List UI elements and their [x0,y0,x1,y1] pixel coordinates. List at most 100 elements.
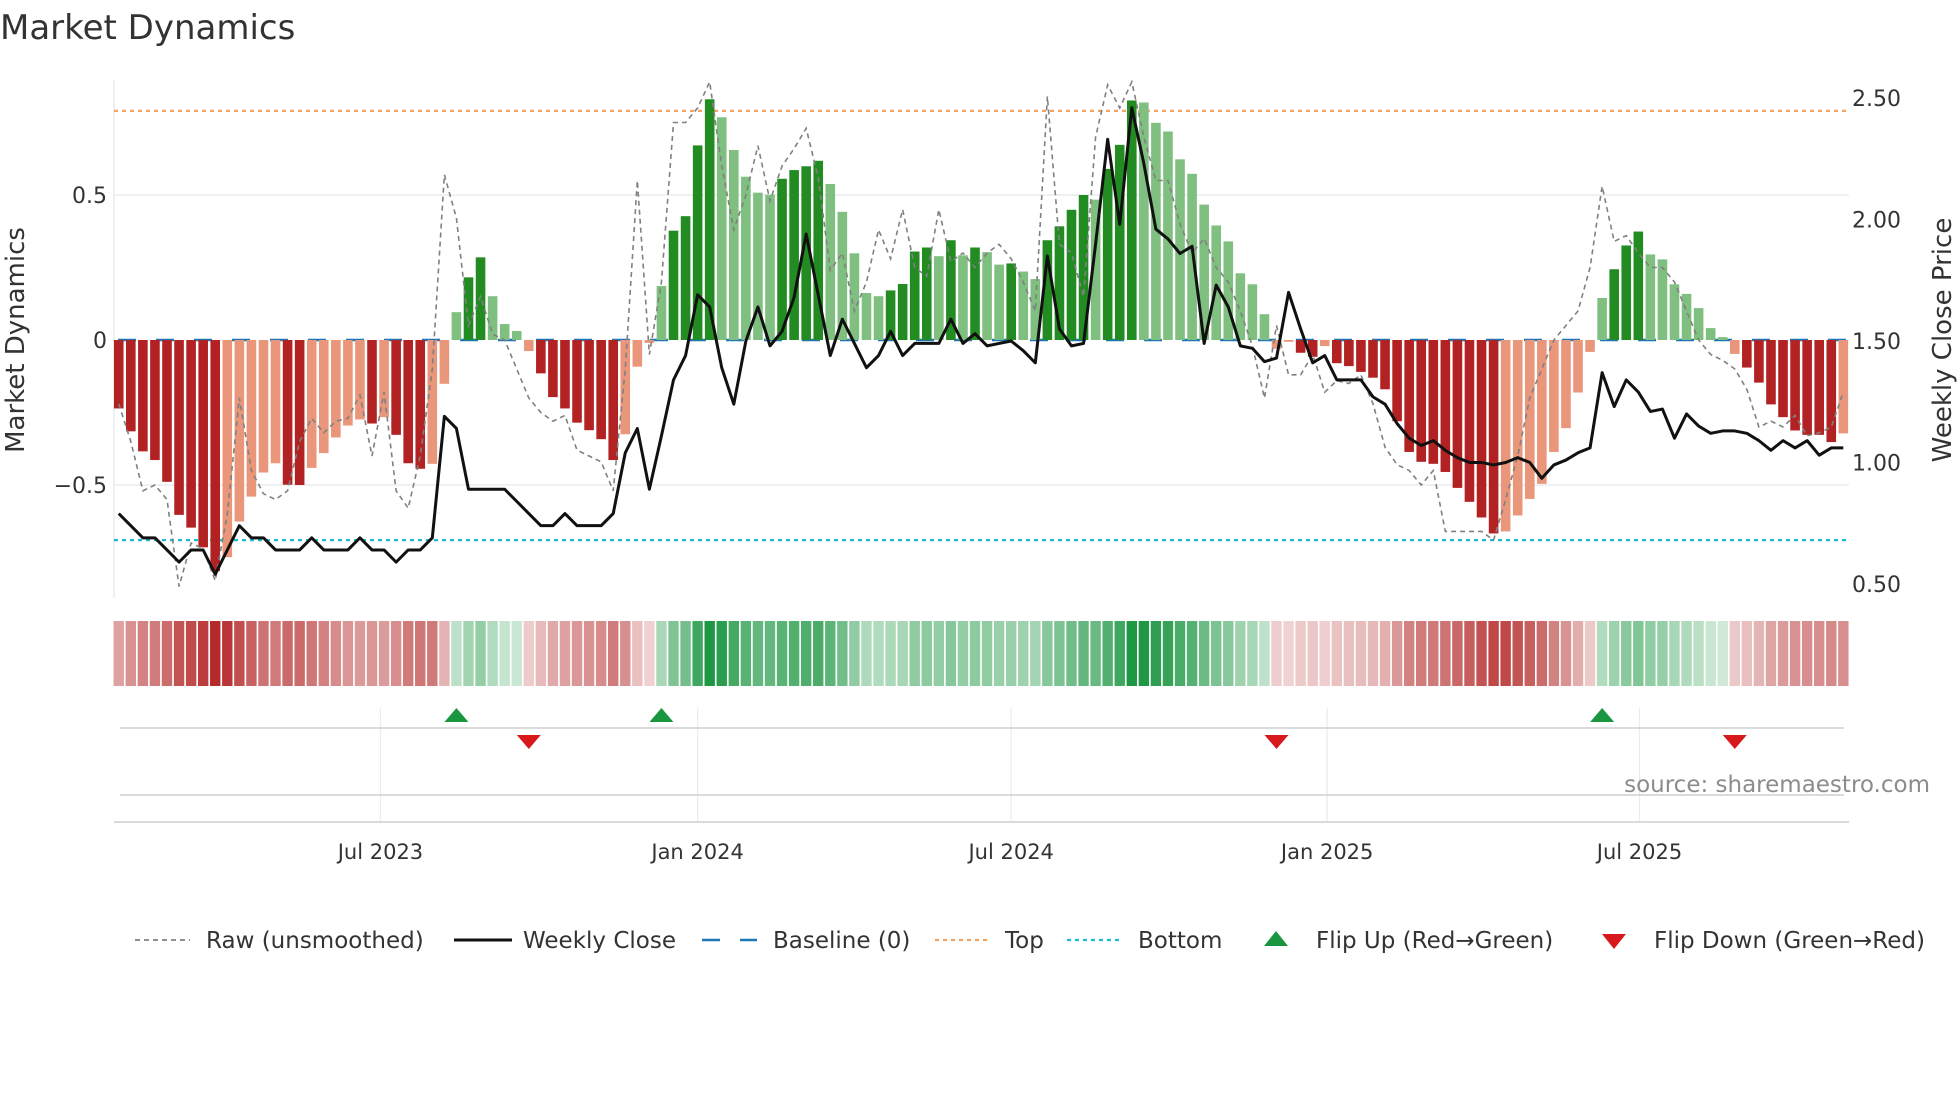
dynamics-bar [1826,340,1837,443]
heat-cell [149,621,161,686]
dynamics-bar [1778,340,1788,418]
heat-cell [981,621,993,686]
y2-tick-label: 2.50 [1852,87,1901,112]
heat-cell [1295,621,1306,686]
dynamics-bar [1139,102,1149,341]
heat-cell [1657,621,1668,686]
dynamics-bar [1356,340,1366,372]
dynamics-bar [1452,340,1463,488]
heat-cell [692,621,703,686]
dynamics-bar [572,340,582,423]
dynamics-bar [1802,340,1812,435]
dynamics-bar [548,340,558,398]
dynamics-bar [741,176,751,340]
heat-cell [402,621,414,686]
heat-cell [1524,621,1535,686]
dynamics-bar [596,340,606,440]
heat-cell [1391,621,1403,686]
heat-cell [306,621,317,686]
dynamics-bar [861,293,872,340]
dynamics-bar [1344,340,1354,367]
dynamics-bar [1464,340,1475,502]
dynamics-bar [729,150,739,340]
heat-cell [113,621,124,686]
heat-cell [740,621,752,686]
dynamics-bar [644,340,655,343]
x-tick-label: Jul 2024 [966,840,1053,864]
dynamics-bar [1705,328,1716,340]
heat-cell [1428,621,1439,686]
dynamics-bar [958,255,968,340]
heat-cell [571,621,583,686]
heat-cell [439,621,450,686]
heat-cell [861,621,872,686]
dynamics-bar [1512,340,1523,516]
dynamics-bar [1717,337,1728,340]
legend-item-flip_down: Flip Down (Green→Red) [1602,928,1925,954]
heat-cell [270,621,281,686]
heat-cell [1150,621,1162,686]
dynamics-bar [403,340,413,464]
dynamics-bar [584,340,594,431]
market-dynamics-chart: Market Dynamics 0.50−0.52.502.001.501.00… [0,8,1958,954]
heat-cell [752,621,764,686]
heat-cell [644,621,655,686]
dynamics-bar [1524,340,1535,499]
dynamics-bar [1500,340,1511,532]
heat-cell [342,621,354,686]
heat-cell [1464,621,1475,686]
dynamics-bar [1814,340,1825,435]
dynamics-bar [318,340,329,454]
dynamics-bar [873,296,884,340]
heat-cell [1138,621,1150,686]
heat-cell [776,621,788,686]
heat-cell [559,621,571,686]
dynamics-bar [246,340,257,497]
dynamics-bar [934,256,944,340]
legend-item-baseline: Baseline (0) [702,928,910,954]
y-tick-label: 0.5 [72,184,107,209]
dynamics-bar [138,340,148,452]
heat-cell [873,621,884,686]
heat-cell [656,621,667,686]
series-lines [117,79,1845,587]
dynamics-bar [1368,340,1378,378]
heat-cell [1488,621,1499,686]
heat-cell [125,621,137,686]
heat-cell [1645,621,1656,686]
flip-down-marker [1722,735,1747,749]
dynamics-bar [499,324,510,340]
dynamics-bar [1621,245,1632,340]
dynamics-bar [1573,340,1583,393]
dynamics-bar [487,296,498,340]
heat-cell [1319,621,1330,686]
dynamics-bar [258,340,269,473]
dynamics-bar [560,340,570,409]
dynamics-bar [475,257,486,340]
legend: Raw (unsmoothed) Weekly Close Baseline (0)… [135,928,1925,954]
dynamics-bar [1754,340,1764,383]
dynamics-bar [126,340,136,432]
y2-tick-label: 2.00 [1852,209,1901,234]
heat-cell [885,621,896,686]
legend-item-close: Weekly Close [454,928,676,954]
dynamics-bar [668,230,679,340]
dynamics-bar [210,340,221,572]
heat-cell [1452,621,1463,686]
dynamics-bar [1476,340,1487,518]
heat-cell [1789,621,1801,686]
heat-cell [451,621,462,686]
dynamics-bar [162,340,172,482]
dynamics-bar [1380,340,1390,390]
heat-cell [1066,621,1077,686]
dynamics-bar [632,340,643,367]
heat-cell [1536,621,1548,686]
heat-cell [378,621,390,686]
heat-cell [1826,621,1837,686]
heat-cell [1259,621,1270,686]
dynamics-bar [716,117,727,340]
heat-cell [1669,621,1680,686]
heat-cell [499,621,510,686]
heat-cell [1090,621,1101,686]
heat-cell [1838,621,1849,686]
